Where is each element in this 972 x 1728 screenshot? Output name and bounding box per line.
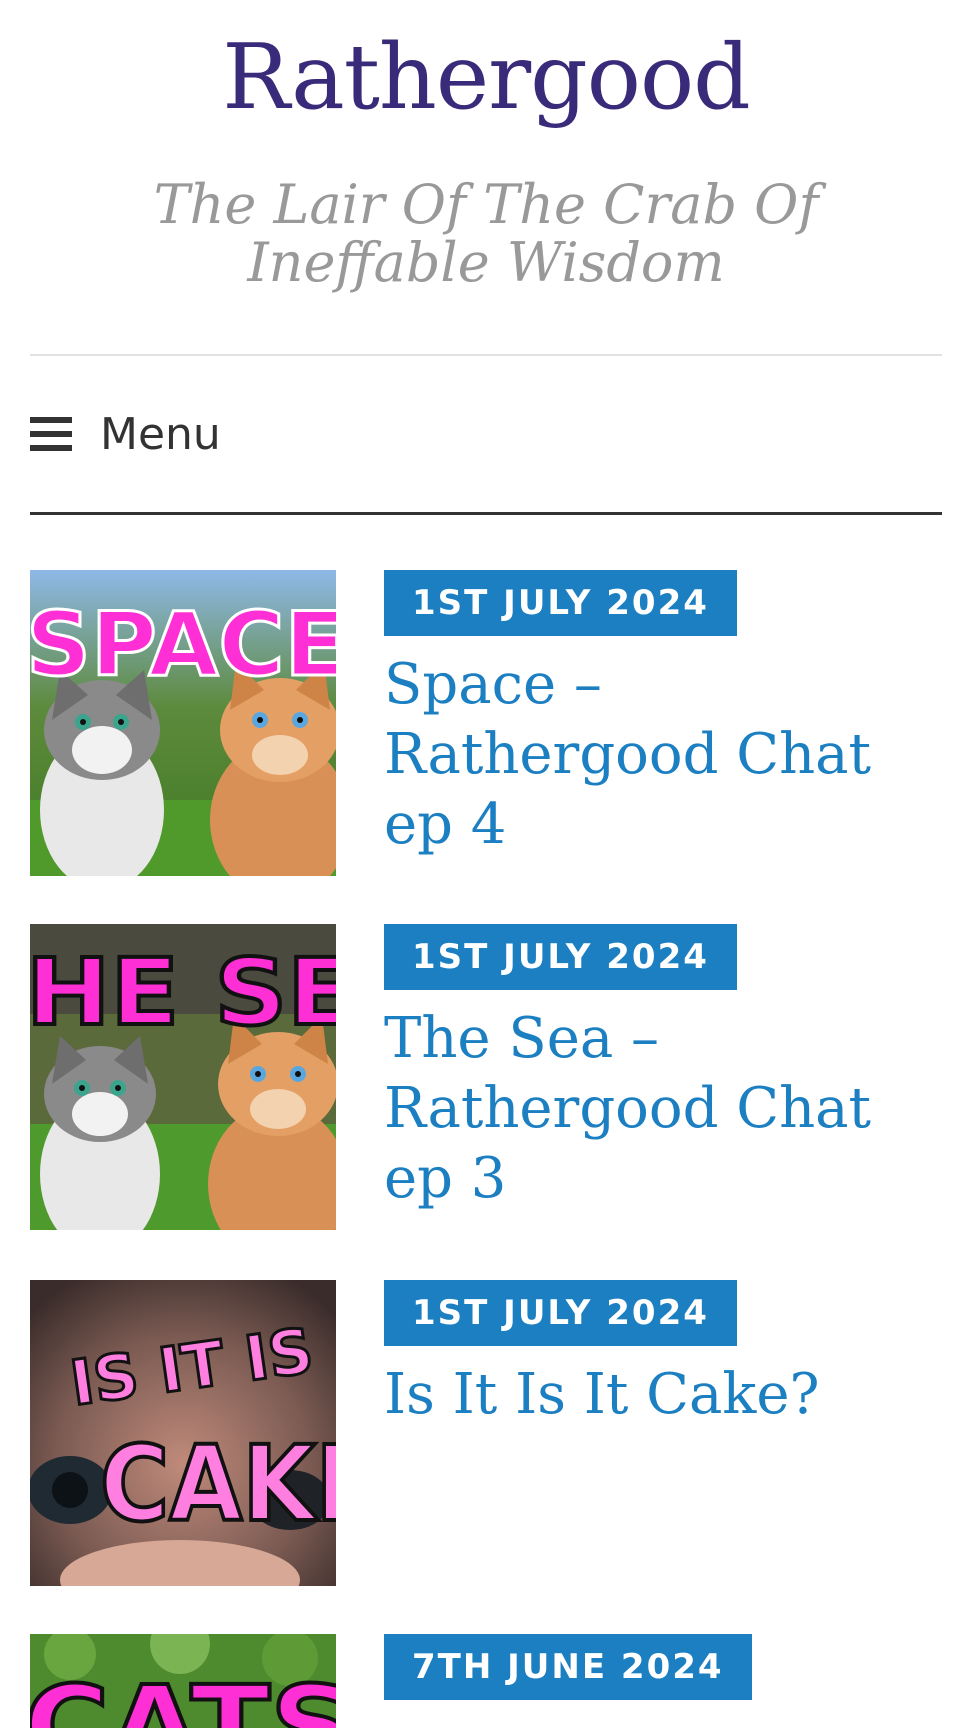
post-item: IS IT IS CAKE 1ST JULY 2024 Is It Is It … [30, 1280, 942, 1586]
post-title-link[interactable]: Space – Rathergood Chat ep 4 [384, 650, 942, 860]
post-title-link[interactable]: The Sea – Rathergood Chat ep 3 [384, 1004, 942, 1214]
post-body: 1ST JULY 2024 Is It Is It Cake? [384, 1280, 942, 1430]
post-body: 7TH JUNE 2024 [384, 1634, 942, 1700]
site-tagline: The Lair Of The Crab Of Ineffable Wisdom [153, 173, 819, 294]
site-title[interactable]: Rathergood [30, 18, 942, 138]
post-item: CATS 7TH JUNE 2024 [30, 1634, 942, 1728]
post-date-badge[interactable]: 7TH JUNE 2024 [384, 1634, 752, 1700]
post-thumbnail[interactable]: HE SE [30, 924, 336, 1230]
thumbnail-caption: HE SE [30, 939, 336, 1046]
post-thumbnail[interactable]: IS IT IS CAKE [30, 1280, 336, 1586]
thumbnail-caption: CATS [30, 1662, 336, 1728]
post-date-badge[interactable]: 1ST JULY 2024 [384, 570, 737, 636]
thumbnail-caption: CAKE [100, 1423, 336, 1545]
post-date-badge[interactable]: 1ST JULY 2024 [384, 1280, 737, 1346]
post-thumbnail[interactable]: SPACE [30, 570, 336, 876]
menu-toggle-button[interactable]: Menu [30, 402, 221, 466]
hamburger-menu-icon [30, 417, 72, 451]
post-item: SPACE 1ST JULY 2024 Space – Rathergood C… [30, 570, 942, 876]
main-navigation: Menu [30, 356, 942, 515]
menu-label: Menu [100, 408, 221, 460]
post-body: 1ST JULY 2024 The Sea – Rathergood Chat … [384, 924, 942, 1214]
thumbnail-caption: SPACE [30, 593, 336, 696]
post-body: 1ST JULY 2024 Space – Rathergood Chat ep… [384, 570, 942, 860]
post-item: HE SE 1ST JULY 2024 The Sea – Rathergood… [30, 924, 942, 1230]
post-title-link[interactable]: Is It Is It Cake? [384, 1360, 942, 1430]
post-thumbnail[interactable]: CATS [30, 1634, 336, 1728]
post-date-badge[interactable]: 1ST JULY 2024 [384, 924, 737, 990]
site-header: Rathergood The Lair Of The Crab Of Ineff… [30, 0, 942, 356]
